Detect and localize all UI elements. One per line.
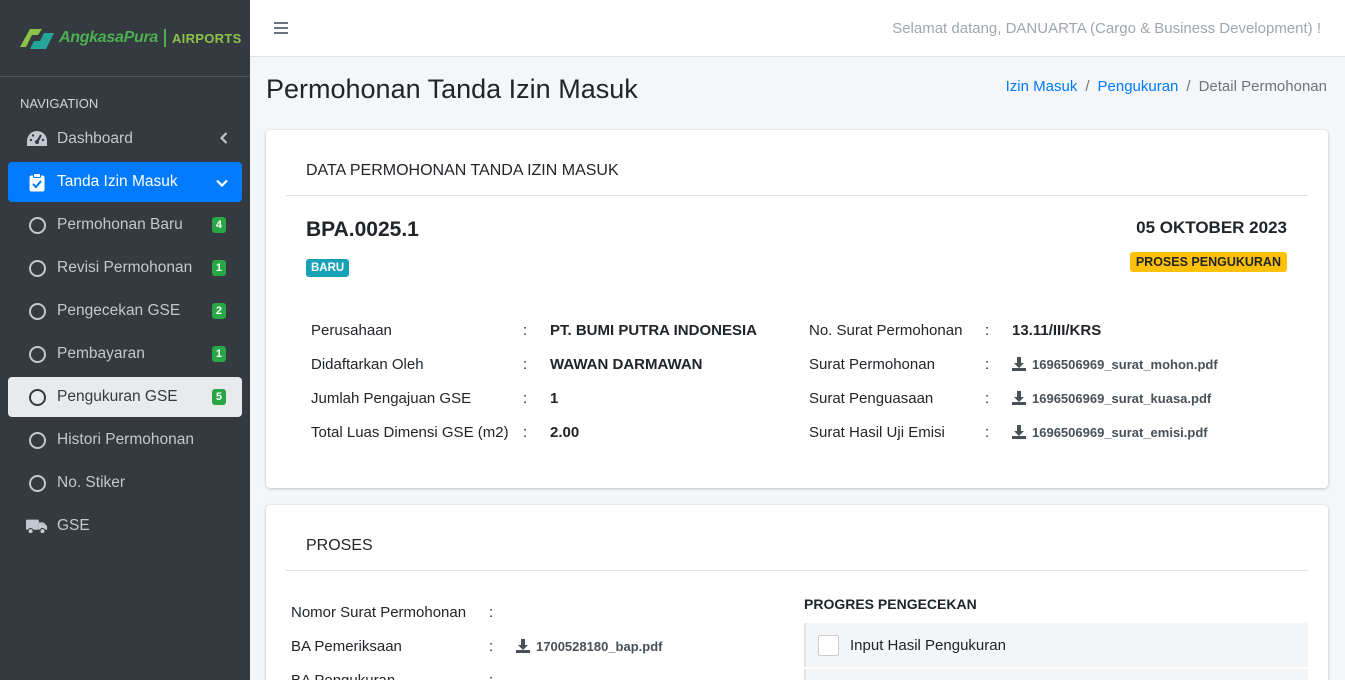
- sidebar-item-histori-permohonan[interactable]: Histori Permohonan: [8, 420, 242, 460]
- sidebar-item-no-stiker[interactable]: No. Stiker: [8, 463, 242, 503]
- didaftarkan-value: WAWAN DARMAWAN: [550, 355, 703, 373]
- application-date: 05 OKTOBER 2023: [1136, 218, 1287, 237]
- circle-icon: [28, 259, 46, 277]
- welcome-text: Selamat datang, DANUARTA (Cargo & Busine…: [892, 19, 1321, 37]
- checklist-label: Input Hasil Pengukuran: [850, 636, 1006, 654]
- truck-icon: [26, 516, 48, 536]
- info-row-surat-emisi: Surat Hasil Uji Emisi : 1696506969_surat…: [809, 423, 1208, 441]
- sidebar-item-label: Pembayaran: [57, 345, 145, 362]
- sidebar-nav: Dashboard Tanda Izin Masuk Permohonan Ba…: [0, 119, 250, 546]
- breadcrumb-current: Detail Permohonan: [1198, 78, 1327, 95]
- sidebar-item-permohonan-baru[interactable]: Permohonan Baru 4: [8, 205, 242, 245]
- dashboard-gauge-icon: [26, 129, 48, 149]
- count-badge: 1: [211, 260, 226, 276]
- chevron-left-icon: [219, 131, 228, 147]
- brand-sub: AIRPORTS: [171, 30, 242, 46]
- brand-name: AngkasaPura: [59, 29, 158, 46]
- clipboard-check-icon: [26, 172, 48, 192]
- sidebar-item-label: Pengecekan GSE: [57, 302, 181, 319]
- progress-title: PROGRES PENGECEKAN: [804, 596, 977, 612]
- top-navbar: Selamat datang, DANUARTA (Cargo & Busine…: [250, 0, 1345, 57]
- count-badge: 4: [211, 217, 226, 233]
- circle-icon: [28, 388, 46, 406]
- count-badge: 1: [211, 346, 226, 362]
- chevron-down-icon: [216, 174, 228, 190]
- nav-header: NAVIGATION: [20, 96, 99, 111]
- perusahaan-value: PT. BUMI PUTRA INDONESIA: [550, 321, 757, 339]
- info-row-surat-permohonan: Surat Permohonan : 1696506969_surat_moho…: [809, 355, 1218, 373]
- sidebar: AngkasaPura AIRPORTS NAVIGATION Dashboar…: [0, 0, 250, 680]
- info-row-surat-penguasaan: Surat Penguasaan : 1696506969_surat_kuas…: [809, 389, 1212, 407]
- breadcrumb: Izin Masuk / Pengukuran / Detail Permohonan: [1005, 78, 1327, 95]
- circle-icon: [28, 474, 46, 492]
- proses-row-ba-pemeriksaan: BA Pemeriksaan : 1700528180_bap.pdf: [291, 637, 663, 655]
- proses-row-ba-pengukuran: BA Pengukuran :: [291, 671, 494, 680]
- surat-permohonan-download[interactable]: 1696506969_surat_mohon.pdf: [1012, 357, 1218, 372]
- hamburger-menu-icon[interactable]: [274, 22, 288, 34]
- sidebar-item-label: Pengukuran GSE: [57, 388, 178, 405]
- circle-icon: [28, 216, 46, 234]
- circle-icon: [28, 431, 46, 449]
- sidebar-item-label: GSE: [57, 517, 90, 534]
- sidebar-item-tanda-izin-masuk[interactable]: Tanda Izin Masuk: [8, 162, 242, 202]
- sidebar-item-label: Permohonan Baru: [57, 216, 183, 233]
- sidebar-item-pengukuran-gse[interactable]: Pengukuran GSE 5: [8, 377, 242, 417]
- sidebar-item-pembayaran[interactable]: Pembayaran 1: [8, 334, 242, 374]
- brand-divider: [163, 29, 166, 47]
- status-badge: BARU: [306, 259, 350, 277]
- sidebar-item-label: Dashboard: [57, 130, 133, 147]
- info-row-jumlah-gse: Jumlah Pengajuan GSE : 1: [311, 389, 559, 407]
- brand-logo[interactable]: AngkasaPura AIRPORTS: [0, 0, 250, 77]
- download-icon: [1012, 425, 1026, 439]
- info-row-total-luas: Total Luas Dimensi GSE (m2) : 2.00: [311, 423, 580, 441]
- sidebar-item-label: Revisi Permohonan: [57, 259, 193, 276]
- checkbox[interactable]: [818, 634, 839, 656]
- breadcrumb-izin-masuk[interactable]: Izin Masuk: [1006, 78, 1078, 95]
- info-row-didaftarkan: Didaftarkan Oleh : WAWAN DARMAWAN: [311, 355, 703, 373]
- checklist-item[interactable]: Input Hasil Pengukuran: [804, 623, 1308, 667]
- detail-card: DATA PERMOHONAN TANDA IZIN MASUK BPA.002…: [266, 130, 1328, 488]
- download-icon: [1012, 391, 1026, 405]
- process-badge: PROSES PENGUKURAN: [1129, 252, 1287, 272]
- checklist-item[interactable]: [804, 669, 1308, 680]
- download-icon: [516, 639, 530, 653]
- count-badge: 5: [211, 389, 226, 405]
- angkasa-pura-logo-icon: [16, 23, 56, 53]
- page-title: Permohonan Tanda Izin Masuk: [266, 74, 638, 104]
- sidebar-item-gse[interactable]: GSE: [8, 506, 242, 546]
- count-badge: 2: [211, 303, 226, 319]
- info-row-no-surat: No. Surat Permohonan : 13.11/III/KRS: [809, 321, 1102, 339]
- sidebar-item-dashboard[interactable]: Dashboard: [8, 119, 242, 159]
- card-title: PROSES: [286, 537, 1308, 571]
- total-luas-value: 2.00: [550, 423, 580, 441]
- sidebar-item-label: Histori Permohonan: [57, 431, 194, 448]
- surat-penguasaan-download[interactable]: 1696506969_surat_kuasa.pdf: [1012, 391, 1211, 406]
- sidebar-item-label: No. Stiker: [57, 474, 126, 491]
- circle-icon: [28, 302, 46, 320]
- circle-icon: [28, 345, 46, 363]
- sidebar-item-label: Tanda Izin Masuk: [57, 173, 178, 190]
- proses-row-nomor-surat: Nomor Surat Permohonan :: [291, 603, 494, 621]
- info-row-perusahaan: Perusahaan : PT. BUMI PUTRA INDONESIA: [311, 321, 757, 339]
- sidebar-item-revisi-permohonan[interactable]: Revisi Permohonan 1: [8, 248, 242, 288]
- card-title: DATA PERMOHONAN TANDA IZIN MASUK: [286, 162, 1308, 196]
- application-code: BPA.0025.1: [306, 218, 419, 241]
- breadcrumb-pengukuran[interactable]: Pengukuran: [1098, 78, 1179, 95]
- surat-emisi-download[interactable]: 1696506969_surat_emisi.pdf: [1012, 425, 1208, 440]
- no-surat-value: 13.11/III/KRS: [1012, 321, 1102, 339]
- proses-card: PROSES Nomor Surat Permohonan : BA Pemer…: [266, 505, 1328, 680]
- sidebar-item-pengecekan-gse[interactable]: Pengecekan GSE 2: [8, 291, 242, 331]
- jumlah-gse-value: 1: [550, 389, 559, 407]
- download-icon: [1012, 357, 1026, 371]
- ba-pemeriksaan-download[interactable]: 1700528180_bap.pdf: [516, 639, 662, 654]
